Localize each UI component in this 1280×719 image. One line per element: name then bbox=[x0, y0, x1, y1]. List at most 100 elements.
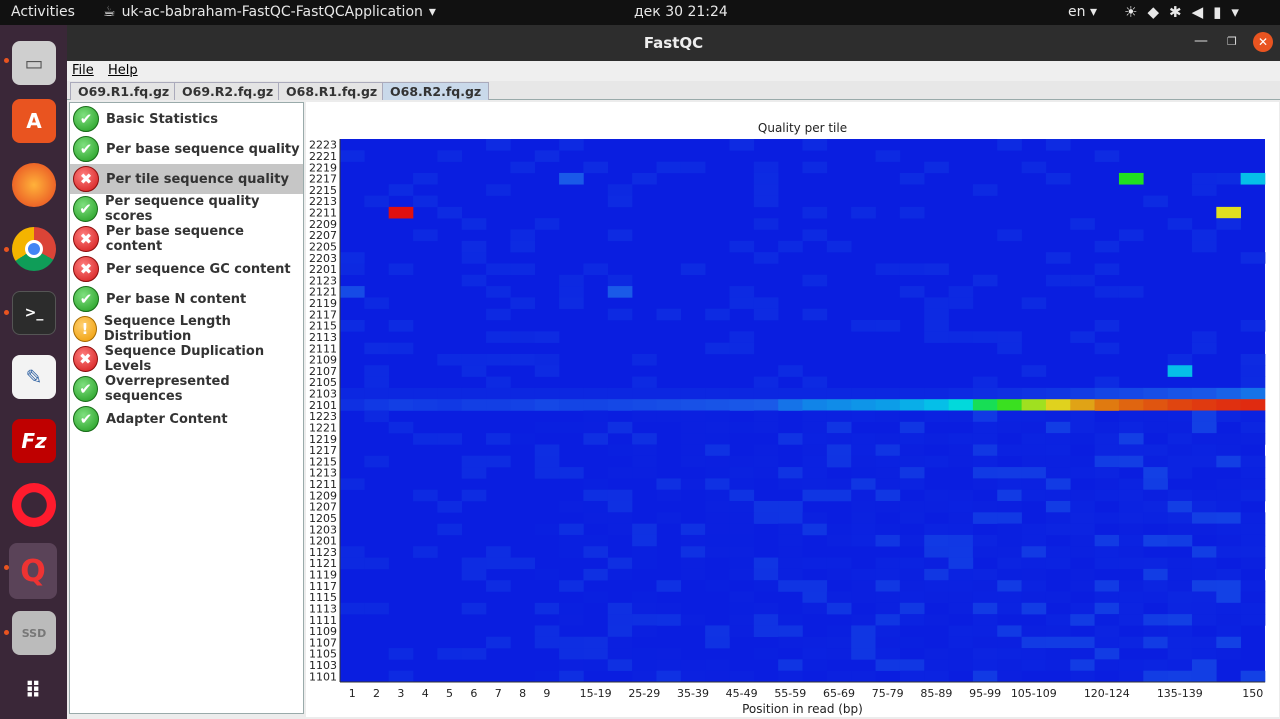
heatmap-cell bbox=[1118, 387, 1144, 400]
chrome-icon[interactable] bbox=[12, 227, 56, 271]
module-item[interactable]: ✔ Overrepresented sequences bbox=[70, 374, 303, 404]
heatmap-cell bbox=[534, 670, 560, 683]
tab-o69-r2[interactable]: O69.R2.fq.gz bbox=[174, 82, 282, 100]
terminal-icon[interactable]: >_ bbox=[12, 291, 56, 335]
heatmap-cell bbox=[802, 648, 828, 660]
heatmap-cell bbox=[388, 421, 414, 434]
heatmap-cell bbox=[1094, 263, 1120, 276]
module-item[interactable]: ✔ Adapter Content bbox=[70, 404, 303, 434]
heatmap-cell bbox=[1240, 365, 1266, 377]
module-list: ✔ Basic Statistics ✔ Per base sequence qual… bbox=[69, 102, 304, 714]
heatmap-cell bbox=[778, 534, 803, 547]
window-titlebar[interactable]: FastQC — ❐ ✕ bbox=[67, 25, 1280, 61]
software-icon[interactable]: A bbox=[12, 99, 56, 143]
app-menu[interactable]: ☕ uk-ac-babraham-FastQC-FastQCApplicatio… bbox=[103, 4, 436, 20]
module-item[interactable]: ✔ Per base sequence quality bbox=[70, 134, 303, 164]
module-item[interactable]: ✔ Per base N content bbox=[70, 284, 303, 314]
heatmap-cell bbox=[729, 670, 755, 683]
heatmap-cell bbox=[1045, 636, 1071, 649]
heatmap-cell bbox=[632, 625, 657, 638]
language-indicator[interactable]: en ▾ bbox=[1068, 4, 1097, 20]
heatmap-cell bbox=[486, 139, 511, 151]
heatmap-cell bbox=[1118, 523, 1144, 536]
filezilla-icon[interactable]: Fz bbox=[12, 419, 56, 463]
heatmap-cell bbox=[802, 308, 828, 321]
heatmap-cell bbox=[1045, 410, 1071, 423]
menu-file[interactable]: File bbox=[72, 63, 94, 78]
heatmap-cell bbox=[729, 625, 755, 638]
fastqc-icon[interactable]: Q bbox=[9, 543, 57, 599]
opera-icon[interactable] bbox=[12, 483, 56, 527]
heatmap-cell bbox=[486, 636, 511, 649]
module-item[interactable]: ✖ Per sequence GC content bbox=[70, 254, 303, 284]
heatmap-cell bbox=[1021, 557, 1047, 570]
heatmap-cell bbox=[729, 478, 755, 490]
heatmap-cell bbox=[753, 625, 779, 638]
heatmap-cell bbox=[1191, 433, 1217, 445]
heatmap-cell bbox=[948, 286, 974, 298]
tab-o68-r2[interactable]: O68.R2.fq.gz bbox=[382, 82, 490, 100]
tab-o68-r1[interactable]: O68.R1.fq.gz bbox=[278, 82, 386, 100]
heatmap-cell bbox=[972, 648, 998, 660]
heatmap-cell bbox=[1021, 659, 1047, 671]
ssd-icon[interactable]: SSD bbox=[12, 611, 56, 655]
text-editor-icon[interactable]: ✎ bbox=[12, 355, 56, 399]
x-tick-label: 150 bbox=[1242, 687, 1263, 700]
heatmap-cell bbox=[997, 421, 1022, 434]
heatmap-cell bbox=[875, 625, 901, 638]
heatmap-cell bbox=[413, 387, 438, 400]
heatmap-cell bbox=[559, 523, 584, 536]
heatmap-cell bbox=[899, 512, 925, 524]
heatmap-cell bbox=[510, 263, 536, 276]
heatmap-cell bbox=[656, 387, 682, 400]
heatmap-cell bbox=[997, 523, 1022, 536]
files-icon[interactable]: ▭ bbox=[12, 41, 56, 85]
heatmap-cell bbox=[583, 636, 609, 649]
heatmap-cell bbox=[1094, 534, 1120, 547]
heatmap-cell bbox=[1094, 580, 1120, 592]
x-tick-label: 55-59 bbox=[774, 687, 806, 700]
module-item[interactable]: ! Sequence Length Distribution bbox=[70, 314, 303, 344]
heatmap-cell bbox=[948, 331, 974, 343]
module-item[interactable]: ✔ Basic Statistics bbox=[70, 104, 303, 134]
heatmap-cell bbox=[388, 263, 414, 276]
restore-icon[interactable]: ❐ bbox=[1227, 35, 1237, 48]
module-item[interactable]: ✖ Sequence Duplication Levels bbox=[70, 344, 303, 374]
heatmap-cell bbox=[1021, 467, 1047, 479]
heatmap-cell bbox=[1167, 648, 1193, 660]
module-item[interactable]: ✖ Per tile sequence quality bbox=[70, 164, 303, 194]
heatmap-cell bbox=[948, 602, 974, 615]
heatmap-cell bbox=[1216, 523, 1241, 536]
minimize-icon[interactable]: — bbox=[1194, 33, 1208, 49]
heatmap-cell bbox=[1167, 614, 1193, 626]
heatmap-cell bbox=[705, 399, 730, 411]
close-icon[interactable]: ✕ bbox=[1253, 32, 1273, 52]
clock[interactable]: дек 30 21:24 bbox=[634, 4, 728, 20]
heatmap-cell bbox=[680, 478, 706, 490]
menu-help[interactable]: Help bbox=[108, 63, 138, 78]
heatmap-cell bbox=[1143, 467, 1168, 479]
heatmap-cell bbox=[851, 501, 876, 513]
heatmap-cell bbox=[1216, 455, 1241, 468]
heatmap-cell bbox=[972, 433, 998, 445]
module-item[interactable]: ✔ Per sequence quality scores bbox=[70, 194, 303, 224]
system-tray[interactable]: ☀ ◆ ✱ ◀ ▮ ▾ bbox=[1124, 3, 1239, 21]
heatmap-cell bbox=[802, 523, 828, 536]
heatmap-cell bbox=[1021, 399, 1047, 411]
module-item[interactable]: ✖ Per base sequence content bbox=[70, 224, 303, 254]
heatmap-cell bbox=[583, 512, 609, 524]
heatmap-cell bbox=[851, 534, 876, 547]
firefox-icon[interactable] bbox=[12, 163, 56, 207]
heatmap-cell bbox=[1216, 478, 1241, 490]
tab-o69-r1[interactable]: O69.R1.fq.gz bbox=[70, 82, 178, 100]
activities-button[interactable]: Activities bbox=[11, 4, 75, 20]
heatmap-cell bbox=[826, 670, 852, 683]
heatmap-cell bbox=[778, 512, 803, 524]
heatmap-cell bbox=[729, 568, 755, 581]
heatmap-cell bbox=[437, 206, 463, 219]
heatmap-cell bbox=[1191, 546, 1217, 558]
heatmap-cell bbox=[1118, 286, 1144, 298]
app-grid-icon[interactable]: ⠿ bbox=[12, 669, 56, 713]
heatmap-cell bbox=[826, 591, 852, 604]
heatmap-cell bbox=[705, 489, 730, 502]
